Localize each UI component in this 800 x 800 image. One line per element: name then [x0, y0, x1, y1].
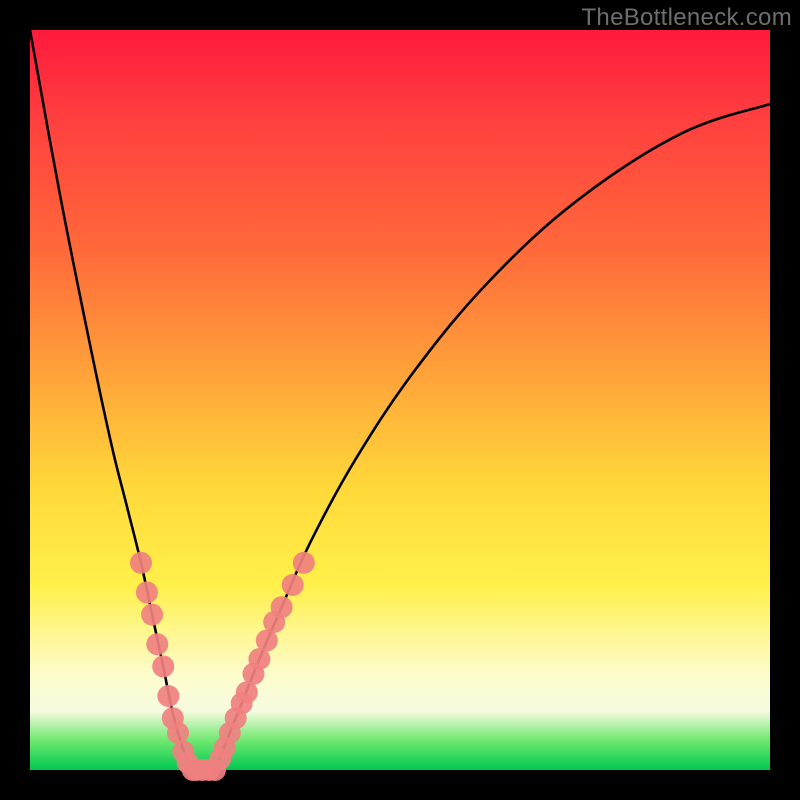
left-markers-dot	[136, 581, 158, 603]
left-markers-dot	[152, 655, 174, 677]
left-markers-dot	[167, 722, 189, 744]
plot-area	[30, 30, 770, 770]
right-markers-dot	[271, 596, 293, 618]
left-markers-dot	[130, 552, 152, 574]
right-curve	[215, 104, 770, 770]
bottom-markers-dot	[198, 759, 220, 781]
chart-svg	[30, 30, 770, 770]
curve-layer	[30, 30, 770, 770]
left-markers-dot	[146, 633, 168, 655]
marker-layer	[130, 552, 315, 781]
chart-frame: TheBottleneck.com	[0, 0, 800, 800]
right-markers-dot	[282, 574, 304, 596]
watermark-text: TheBottleneck.com	[581, 4, 792, 32]
left-markers-dot	[157, 685, 179, 707]
left-markers-dot	[141, 604, 163, 626]
right-markers-dot	[293, 552, 315, 574]
